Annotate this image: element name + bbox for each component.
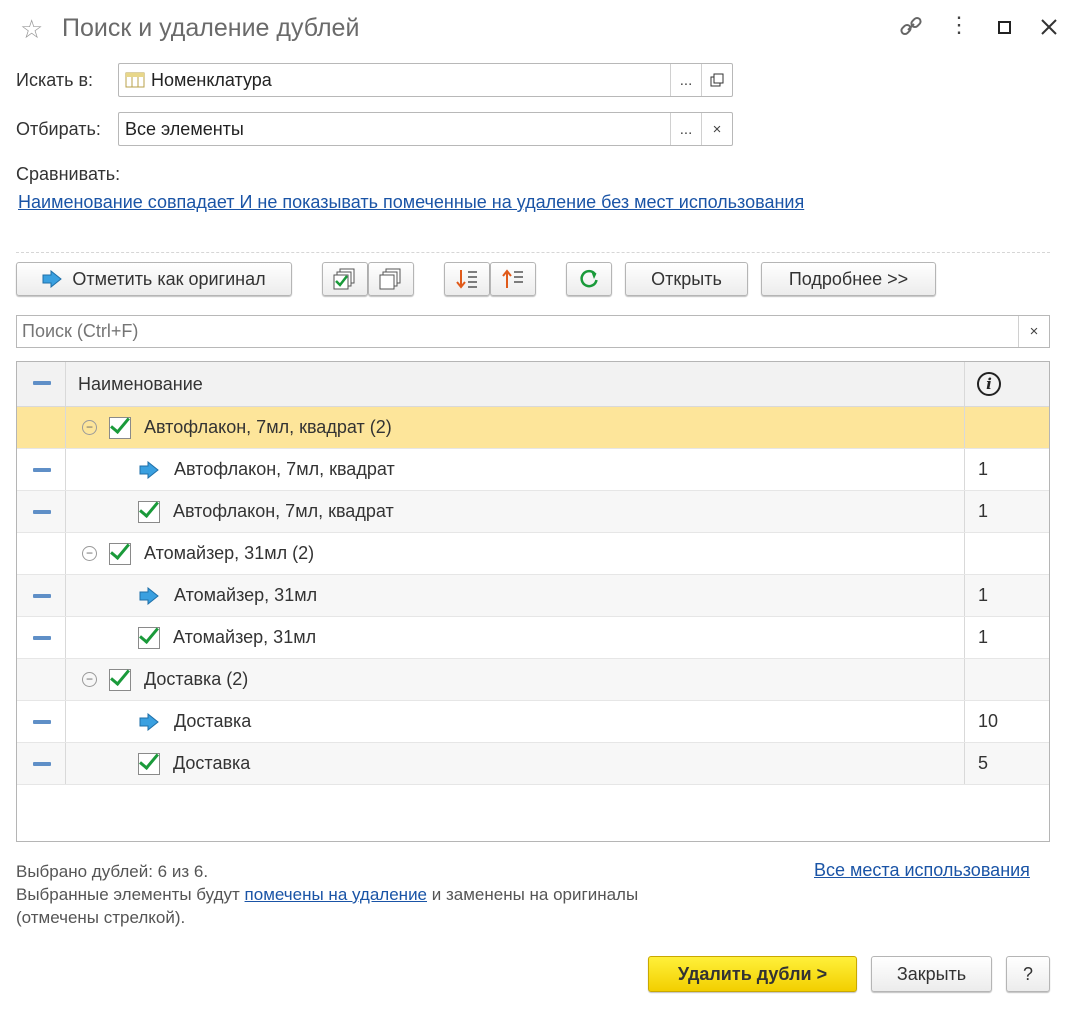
table-row[interactable]: Автофлакон, 7мл, квадрат 1 (17, 449, 1049, 491)
group-name: Доставка (2) (144, 669, 249, 689)
link-icon[interactable] (896, 14, 926, 46)
original-arrow-icon (139, 461, 159, 479)
collapse-icon[interactable]: − (82, 420, 97, 435)
duplicate-check-icon[interactable] (138, 753, 160, 775)
row-mark-icon[interactable] (33, 510, 51, 514)
open-button[interactable]: Открыть (625, 262, 748, 296)
sort-group (444, 262, 536, 296)
group-check-icon[interactable] (109, 543, 131, 565)
search-in-field[interactable]: Номенклатура ... (118, 63, 733, 97)
maximize-icon[interactable] (989, 14, 1019, 46)
open-catalog-icon[interactable] (701, 64, 732, 96)
compare-rule-link[interactable]: Наименование совпадает И не показывать п… (18, 192, 804, 213)
row-mark-icon[interactable] (33, 720, 51, 724)
table-row[interactable]: Автофлакон, 7мл, квадрат 1 (17, 491, 1049, 533)
filter-field[interactable]: Все элементы ... × (118, 112, 733, 146)
filter-label: Отбирать: (16, 119, 101, 139)
usage-count: 1 (978, 501, 989, 521)
group-row[interactable]: − Автофлакон, 7мл, квадрат (2) (17, 407, 1049, 449)
selected-count: Выбрано дублей: 6 из 6. (16, 862, 209, 881)
item-name: Атомайзер, 31мл (174, 585, 318, 605)
row-mark-icon[interactable] (33, 594, 51, 598)
search-in-label: Искать в: (16, 70, 94, 90)
usage-count: 1 (978, 627, 989, 647)
original-arrow-icon (139, 713, 159, 731)
collapse-icon[interactable]: − (82, 672, 97, 687)
mark-original-button[interactable]: Отметить как оригинал (16, 262, 292, 296)
group-check-icon[interactable] (109, 417, 131, 439)
duplicate-check-icon[interactable] (138, 627, 160, 649)
filter-clear-button[interactable]: × (701, 113, 732, 145)
usage-count: 1 (978, 459, 989, 479)
filter-value: Все элементы (125, 118, 244, 139)
search-box: × (16, 315, 1050, 348)
delete-duplicates-button[interactable]: Удалить дубли > (648, 956, 857, 992)
close-window-icon[interactable] (1034, 14, 1064, 46)
row-mark-icon[interactable] (33, 762, 51, 766)
usage-count: 5 (978, 753, 989, 773)
group-check-icon[interactable] (109, 669, 131, 691)
table-header: Наименование i (17, 362, 1049, 407)
close-button[interactable]: Закрыть (871, 956, 992, 992)
filter-select-button[interactable]: ... (670, 113, 701, 145)
item-name: Атомайзер, 31мл (173, 627, 317, 647)
usage-count: 1 (978, 585, 989, 605)
row-mark-icon[interactable] (33, 636, 51, 640)
search-input[interactable] (17, 316, 1018, 347)
all-usages-link[interactable]: Все места использования (814, 860, 1030, 881)
duplicates-table: Наименование i − Автофлакон, 7мл, квадрат… (16, 361, 1050, 842)
header-name[interactable]: Наименование (78, 374, 203, 395)
check-group (322, 262, 414, 296)
search-in-value: Номенклатура (151, 69, 272, 90)
group-row[interactable]: − Атомайзер, 31мл (2) (17, 533, 1049, 575)
marked-for-deletion-link[interactable]: помечены на удаление (245, 885, 427, 904)
table-row[interactable]: Атомайзер, 31мл 1 (17, 575, 1049, 617)
table-row[interactable]: Атомайзер, 31мл 1 (17, 617, 1049, 659)
info-icon[interactable]: i (977, 372, 1001, 396)
footer-info: Выбранные элементы будут помечены на уда… (16, 885, 639, 904)
details-button[interactable]: Подробнее >> (761, 262, 936, 296)
header-mark-icon[interactable] (33, 381, 51, 385)
sort-ascending-icon[interactable] (490, 262, 536, 296)
row-mark-icon[interactable] (33, 468, 51, 472)
group-row[interactable]: − Доставка (2) (17, 659, 1049, 701)
item-name: Автофлакон, 7мл, квадрат (173, 501, 394, 521)
sort-descending-icon[interactable] (444, 262, 490, 296)
item-name: Доставка (173, 753, 251, 773)
check-all-icon[interactable] (322, 262, 368, 296)
window-title: Поиск и удаление дублей (62, 14, 360, 42)
table-row[interactable]: Доставка 10 (17, 701, 1049, 743)
uncheck-all-icon[interactable] (368, 262, 414, 296)
compare-label: Сравнивать: (16, 164, 121, 184)
catalog-icon (125, 72, 145, 88)
table-row[interactable]: Доставка 5 (17, 743, 1049, 785)
footer-info-line2: (отмечены стрелкой). (16, 908, 186, 927)
group-name: Автофлакон, 7мл, квадрат (2) (144, 417, 392, 437)
item-name: Доставка (174, 711, 252, 731)
table-body: − Автофлакон, 7мл, квадрат (2) Автофлакон,… (17, 407, 1049, 785)
duplicate-check-icon[interactable] (138, 501, 160, 523)
collapse-icon[interactable]: − (82, 546, 97, 561)
refresh-icon[interactable] (566, 262, 612, 296)
group-name: Атомайзер, 31мл (2) (144, 543, 315, 563)
original-arrow-icon (139, 587, 159, 605)
favorite-star-icon[interactable]: ☆ (20, 14, 43, 45)
usage-count: 10 (978, 711, 999, 731)
arrow-right-icon (42, 270, 63, 288)
help-button[interactable]: ? (1006, 956, 1050, 992)
item-name: Автофлакон, 7мл, квадрат (174, 459, 395, 479)
search-in-select-button[interactable]: ... (670, 64, 701, 96)
search-clear-button[interactable]: × (1018, 316, 1049, 347)
more-menu-icon[interactable]: ⋮ (944, 12, 974, 38)
divider (16, 252, 1050, 253)
